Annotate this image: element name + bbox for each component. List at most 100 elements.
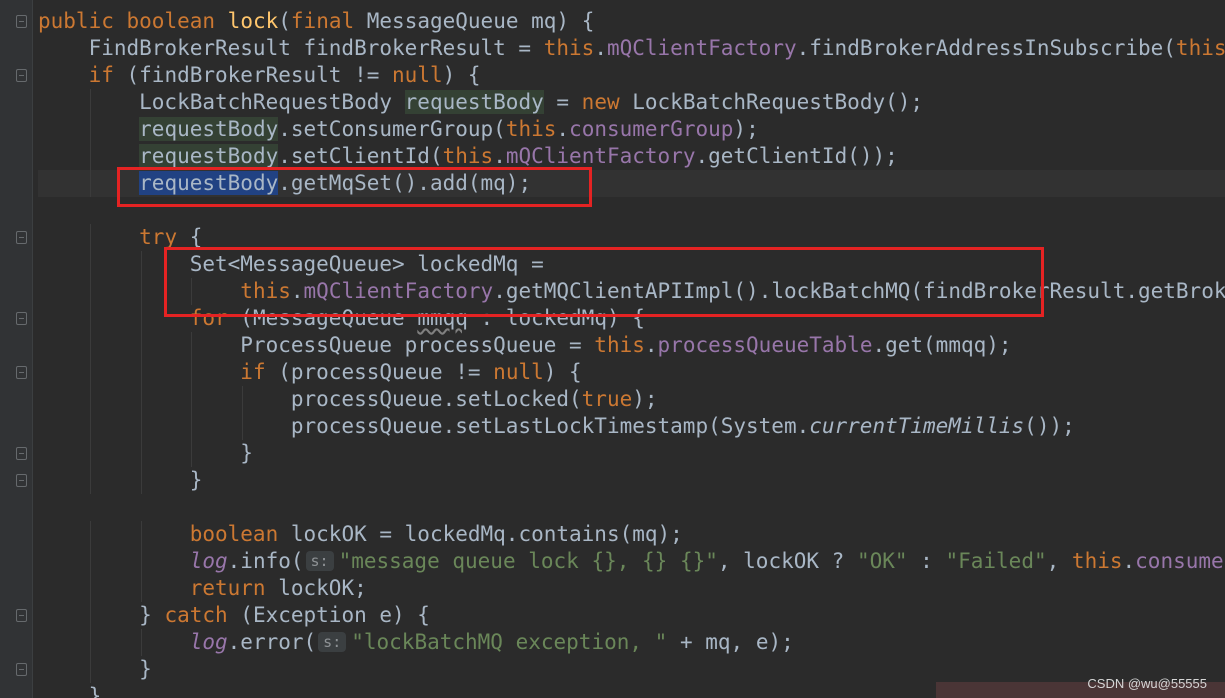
code-area[interactable]: public boolean lock(final MessageQueue m… xyxy=(38,8,1225,698)
code-token: ) { xyxy=(442,63,481,87)
code-token: . xyxy=(644,333,658,357)
code-token: requestBody xyxy=(139,144,279,168)
code-line[interactable]: log.info(s: "message queue lock {}, {} {}… xyxy=(38,548,1225,575)
code-token: = xyxy=(543,90,582,114)
code-line[interactable]: processQueue.setLocked(true); xyxy=(38,386,1225,413)
code-token: : xyxy=(907,549,946,573)
indent-guide xyxy=(191,440,193,467)
indent-guide xyxy=(90,251,92,278)
code-line[interactable]: if (processQueue != null) { xyxy=(38,359,1225,386)
code-token: (Exception e) { xyxy=(240,603,430,627)
code-token: FindBrokerResult findBrokerResult = xyxy=(38,36,544,60)
fold-icon[interactable] xyxy=(16,231,27,244)
code-line[interactable]: ProcessQueue processQueue = this.process… xyxy=(38,332,1225,359)
fold-icon[interactable] xyxy=(16,474,27,487)
indent-guide xyxy=(140,386,142,413)
fold-icon[interactable] xyxy=(16,69,27,82)
code-line[interactable]: boolean lockOK = lockedMq.contains(mq); xyxy=(38,521,1225,548)
code-line[interactable]: LockBatchRequestBody requestBody = new L… xyxy=(38,89,1225,116)
code-token: mQClientFactory xyxy=(606,36,797,60)
code-line[interactable]: } xyxy=(38,440,1225,467)
code-token: "Failed" xyxy=(945,549,1047,573)
code-line[interactable]: processQueue.setLastLockTimestamp(System… xyxy=(38,413,1225,440)
code-token: .info( xyxy=(227,549,304,573)
indent-guide xyxy=(140,575,142,602)
fold-icon[interactable] xyxy=(16,366,27,379)
code-line[interactable]: } catch (Exception e) { xyxy=(38,602,1225,629)
code-line[interactable]: } xyxy=(38,467,1225,494)
code-editor[interactable]: public boolean lock(final MessageQueue m… xyxy=(0,0,1225,698)
code-token: .get(mmqq); xyxy=(872,333,1012,357)
code-token: try xyxy=(139,225,190,249)
fold-icon[interactable] xyxy=(16,609,27,622)
code-token: , lockOK ? xyxy=(717,549,857,573)
code-token: + mq, e); xyxy=(667,630,794,654)
code-token: lock xyxy=(227,9,279,33)
indent-guide xyxy=(241,413,243,440)
fold-icon[interactable] xyxy=(16,15,27,28)
code-token: . xyxy=(594,36,607,60)
indent-guide xyxy=(140,413,142,440)
indent-guide xyxy=(191,413,193,440)
indent-guide xyxy=(90,386,92,413)
code-line[interactable]: log.error(s: "lockBatchMQ exception, " + … xyxy=(38,629,1225,656)
code-token: consumerGroup xyxy=(569,117,734,141)
code-line[interactable]: requestBody.setClientId(this.mQClientFac… xyxy=(38,143,1225,170)
code-token: if xyxy=(240,360,279,384)
code-token: public xyxy=(38,9,127,33)
code-token: boolean xyxy=(189,522,291,546)
code-line[interactable]: public boolean lock(final MessageQueue m… xyxy=(38,8,1225,35)
code-line[interactable]: } xyxy=(38,656,1225,683)
code-token: boolean xyxy=(126,9,228,33)
fold-icon[interactable] xyxy=(16,447,27,460)
code-line[interactable]: requestBody.setConsumerGroup(this.consum… xyxy=(38,116,1225,143)
code-token: ) { xyxy=(543,360,582,384)
code-token: .findBrokerAddressInSubscribe( xyxy=(796,36,1176,60)
code-token: processQueueTable xyxy=(657,333,873,357)
code-token: } xyxy=(38,684,102,698)
annotation-box-lockbatchmq xyxy=(164,247,1044,317)
code-line[interactable]: return lockOK; xyxy=(38,575,1225,602)
code-token: null xyxy=(493,360,544,384)
code-line[interactable]: if (findBrokerResult != null) { xyxy=(38,62,1225,89)
code-token: } xyxy=(38,468,203,492)
indent-guide xyxy=(140,251,142,278)
code-token: . xyxy=(493,144,506,168)
indent-guide xyxy=(241,386,243,413)
indent-guide xyxy=(140,548,142,575)
fold-icon[interactable] xyxy=(16,663,27,676)
code-token: this xyxy=(505,117,557,141)
indent-guide xyxy=(140,359,142,386)
fold-icon[interactable] xyxy=(16,312,27,325)
code-token: ); xyxy=(632,387,658,411)
code-token: currentTimeMillis xyxy=(809,414,1025,438)
code-line[interactable]: FindBrokerResult findBrokerResult = this… xyxy=(38,35,1225,62)
indent-guide xyxy=(90,116,92,143)
code-token: .getClientId()); xyxy=(695,144,898,168)
code-token: this xyxy=(1071,549,1123,573)
code-token: mQClientFactory xyxy=(505,144,696,168)
code-token: } xyxy=(38,603,165,627)
code-token: "message queue lock {}, {} {}" xyxy=(338,549,718,573)
indent-guide xyxy=(90,467,92,494)
parameter-hint: s: xyxy=(305,551,334,571)
code-token: ); xyxy=(733,117,759,141)
code-token: requestBody xyxy=(404,90,544,114)
indent-guide xyxy=(90,89,92,116)
indent-guide xyxy=(90,278,92,305)
code-token: "OK" xyxy=(856,549,908,573)
indent-guide xyxy=(90,359,92,386)
code-line[interactable] xyxy=(38,494,1225,521)
indent-guide xyxy=(90,305,92,332)
indent-guide xyxy=(140,278,142,305)
code-token: this xyxy=(543,36,595,60)
code-token: (processQueue != xyxy=(278,360,494,384)
code-token: ()); xyxy=(1024,414,1075,438)
indent-guide xyxy=(140,440,142,467)
code-token: LockBatchRequestBody(); xyxy=(632,90,924,114)
